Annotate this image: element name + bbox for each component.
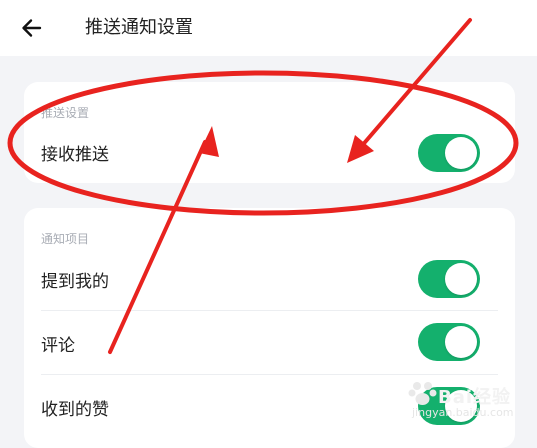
section-label-notify: 通知项目 bbox=[41, 232, 90, 246]
page-title: 推送通知设置 bbox=[85, 17, 193, 38]
toggle-knob bbox=[445, 326, 477, 358]
setting-label: 评论 bbox=[41, 336, 75, 356]
comments-toggle[interactable] bbox=[418, 323, 480, 361]
setting-row-mentions: 提到我的 bbox=[24, 247, 515, 311]
watermark-url: jingyan.baidu.com bbox=[412, 406, 514, 419]
section-label-push: 推送设置 bbox=[41, 106, 90, 120]
arrow-left-icon bbox=[22, 19, 42, 37]
back-button[interactable] bbox=[20, 16, 44, 40]
toggle-knob bbox=[445, 137, 477, 169]
setting-label: 收到的赞 bbox=[41, 400, 109, 420]
setting-row-receive-push: 接收推送 bbox=[24, 122, 515, 183]
push-settings-card: 推送设置 接收推送 bbox=[24, 82, 515, 183]
receive-push-toggle[interactable] bbox=[418, 134, 480, 172]
baidu-paw-icon bbox=[408, 382, 437, 405]
setting-label: 接收推送 bbox=[41, 145, 109, 165]
setting-row-comments: 评论 bbox=[24, 311, 515, 375]
app-header: 推送通知设置 bbox=[0, 0, 537, 56]
watermark: Bai经验 jingyan.baidu.com bbox=[408, 372, 528, 424]
setting-label: 提到我的 bbox=[41, 272, 109, 292]
mentions-toggle[interactable] bbox=[418, 260, 480, 298]
toggle-knob bbox=[445, 263, 477, 295]
